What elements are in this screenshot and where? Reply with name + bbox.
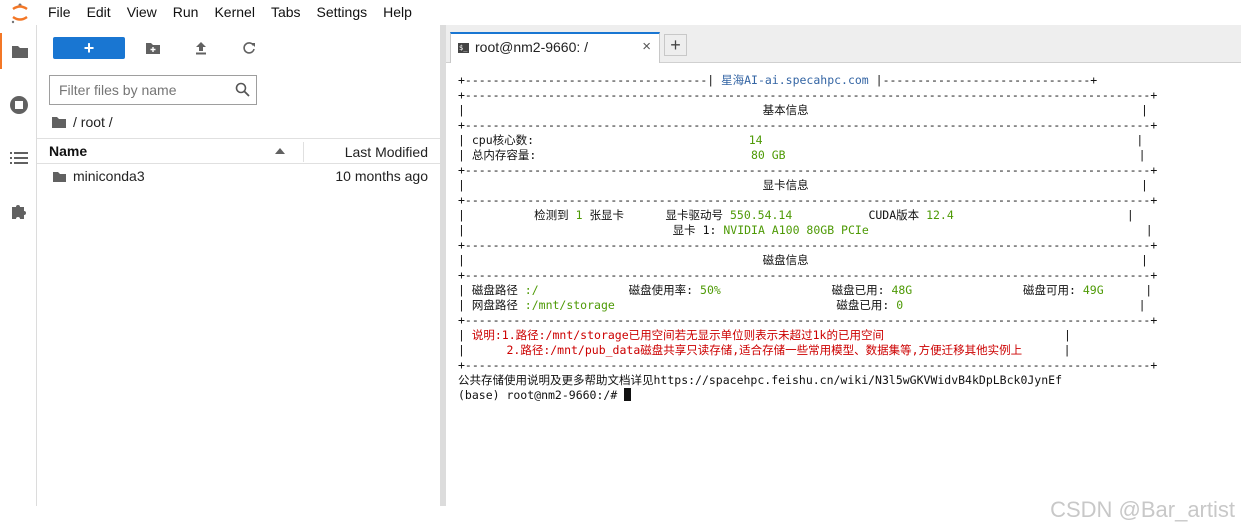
filter-files-field[interactable]: [49, 75, 257, 105]
upload-icon[interactable]: [189, 37, 213, 59]
search-icon: [235, 82, 250, 102]
net-used-label: 磁盘已用:: [836, 298, 897, 312]
gpu-name-label: 显卡 1:: [672, 223, 724, 237]
menu-kernel[interactable]: Kernel: [206, 0, 262, 25]
net-path-label: 网盘路径: [471, 298, 525, 312]
term-line: +---------------------------------------…: [458, 268, 1158, 282]
term-line: +---------------------------------------…: [458, 313, 1158, 327]
sort-arrow-icon: [275, 148, 285, 154]
menu-file[interactable]: File: [40, 0, 79, 25]
main-area: $_ root@nm2-9660: / × + +---------------…: [446, 25, 1241, 522]
folder-icon[interactable]: [0, 33, 37, 69]
term-line: | 网盘路径 :/mnt/storage 磁盘已用: 0 |: [458, 298, 1146, 312]
breadcrumb-path[interactable]: / root /: [73, 114, 113, 130]
disk-path-label: 磁盘路径: [471, 283, 525, 297]
extension-icon[interactable]: [0, 193, 37, 229]
term-line: +-----------------------------------| 星海…: [458, 73, 1098, 87]
term-line: +---------------------------------------…: [458, 118, 1158, 132]
running-icon[interactable]: [0, 87, 37, 123]
disk-used: 48G: [891, 283, 913, 297]
note-line-2: 2.路径:/mnt/pub_data磁盘共享只读存储,适合存储一些常用模型、数据…: [506, 343, 1023, 357]
driver-label: 显卡驱动号: [665, 208, 730, 222]
disk-free: 49G: [1082, 283, 1104, 297]
new-launcher-button[interactable]: +: [53, 37, 125, 59]
term-line: | 说明:1.路径:/mnt/storage已用空间若无显示单位则表示未超过1k…: [458, 328, 1071, 342]
tab-label: root@nm2-9660: /: [475, 39, 589, 55]
note-line-1: 说明:1.路径:/mnt/storage已用空间若无显示单位则表示未超过1k的已…: [471, 328, 884, 342]
menu-run[interactable]: Run: [165, 0, 207, 25]
terminal-icon: $_: [458, 43, 469, 53]
terminal-cursor: [624, 388, 632, 401]
gpu-count: 1: [575, 208, 583, 222]
term-line: +---------------------------------------…: [458, 163, 1158, 177]
file-browser-toolbar: +: [37, 25, 440, 71]
watermark: CSDN @Bar_artist: [1050, 497, 1235, 522]
term-line: +---------------------------------------…: [458, 88, 1158, 102]
term-line: | 磁盘路径 :/ 磁盘使用率: 50% 磁盘已用: 48G 磁盘可用: 49G…: [458, 283, 1153, 297]
term-line: | 2.路径:/mnt/pub_data磁盘共享只读存储,适合存储一些常用模型、…: [458, 343, 1071, 357]
section-disk-title: 磁盘信息: [762, 253, 809, 267]
disk-free-label: 磁盘可用:: [1023, 283, 1083, 297]
home-folder-icon[interactable]: [51, 116, 67, 129]
menu-edit[interactable]: Edit: [79, 0, 119, 25]
term-line: | 基本信息 |: [458, 103, 1148, 117]
disk-path: :/: [524, 283, 539, 297]
term-line: | 检测到 1 张显卡 显卡驱动号 550.54.14 CUDA版本 12.4 …: [458, 208, 1134, 222]
file-modified: 10 months ago: [335, 168, 428, 184]
term-line: +---------------------------------------…: [458, 358, 1158, 372]
menu-settings[interactable]: Settings: [309, 0, 376, 25]
cuda-label: CUDA版本: [868, 208, 927, 222]
shell-prompt: (base) root@nm2-9660:/#: [458, 388, 625, 402]
driver-value: 550.54.14: [729, 208, 793, 222]
column-modified-header[interactable]: Last Modified: [345, 144, 428, 160]
term-line: +---------------------------------------…: [458, 238, 1158, 252]
breadcrumb: / root /: [51, 113, 113, 131]
file-list-header: Name Last Modified: [37, 138, 440, 164]
folder-icon: [52, 170, 67, 186]
menu-help[interactable]: Help: [375, 0, 420, 25]
term-line: | 显卡信息 |: [458, 178, 1148, 192]
activity-bar: [0, 25, 37, 506]
terminal-brand: 星海AI-ai.specahpc.com: [721, 73, 869, 87]
tab-terminal[interactable]: $_ root@nm2-9660: / ×: [450, 32, 660, 63]
disk-usage-label: 磁盘使用率:: [628, 283, 701, 297]
net-path: :/mnt/storage: [524, 298, 615, 312]
gpu-detect-suffix: 张显卡: [582, 208, 624, 222]
column-name-header[interactable]: Name: [49, 143, 87, 159]
new-tab-button[interactable]: +: [664, 34, 687, 56]
term-line: | 总内存容量: 80 GB |: [458, 148, 1146, 162]
section-basic-title: 基本信息: [762, 103, 809, 117]
file-name: miniconda3: [73, 168, 145, 184]
list-item[interactable]: miniconda3 10 months ago: [37, 165, 440, 188]
memory-value: 80 GB: [750, 148, 786, 162]
section-gpu-title: 显卡信息: [762, 178, 809, 192]
cuda-value: 12.4: [926, 208, 954, 222]
new-folder-icon[interactable]: [141, 37, 165, 59]
refresh-icon[interactable]: [237, 37, 261, 59]
disk-usage: 50%: [700, 283, 721, 297]
term-line: | cpu核心数: 14 |: [458, 133, 1144, 147]
close-icon[interactable]: ×: [642, 38, 651, 55]
term-line: | 显卡 1: NVIDIA A100 80GB PCIe |: [458, 223, 1153, 237]
disk-used-label: 磁盘已用:: [831, 283, 892, 297]
doc-line: 公共存储使用说明及更多帮助文档详见https://spacehpc.feishu…: [458, 373, 1062, 387]
file-browser: + / root / Name Last Modified miniconda3…: [37, 25, 440, 506]
memory-label: 总内存容量:: [471, 148, 537, 162]
prompt-line[interactable]: (base) root@nm2-9660:/#: [458, 388, 632, 403]
jupyter-logo-icon[interactable]: [0, 0, 40, 25]
filter-files-input[interactable]: [50, 76, 220, 104]
menu-bar: File Edit View Run Kernel Tabs Settings …: [0, 0, 1241, 25]
column-divider[interactable]: [303, 142, 304, 162]
net-used: 0: [896, 298, 904, 312]
gpu-name: NVIDIA A100 80GB PCIe: [723, 223, 869, 237]
term-line: | 磁盘信息 |: [458, 253, 1148, 267]
gpu-detect-label: 检测到: [534, 208, 576, 222]
term-line: +---------------------------------------…: [458, 193, 1158, 207]
cpu-value: 14: [748, 133, 763, 147]
toc-icon[interactable]: [0, 140, 37, 176]
menu-view[interactable]: View: [119, 0, 165, 25]
menu-tabs[interactable]: Tabs: [263, 0, 309, 25]
tab-bar: $_ root@nm2-9660: / × +: [446, 25, 1241, 63]
cpu-label: cpu核心数:: [471, 133, 535, 147]
